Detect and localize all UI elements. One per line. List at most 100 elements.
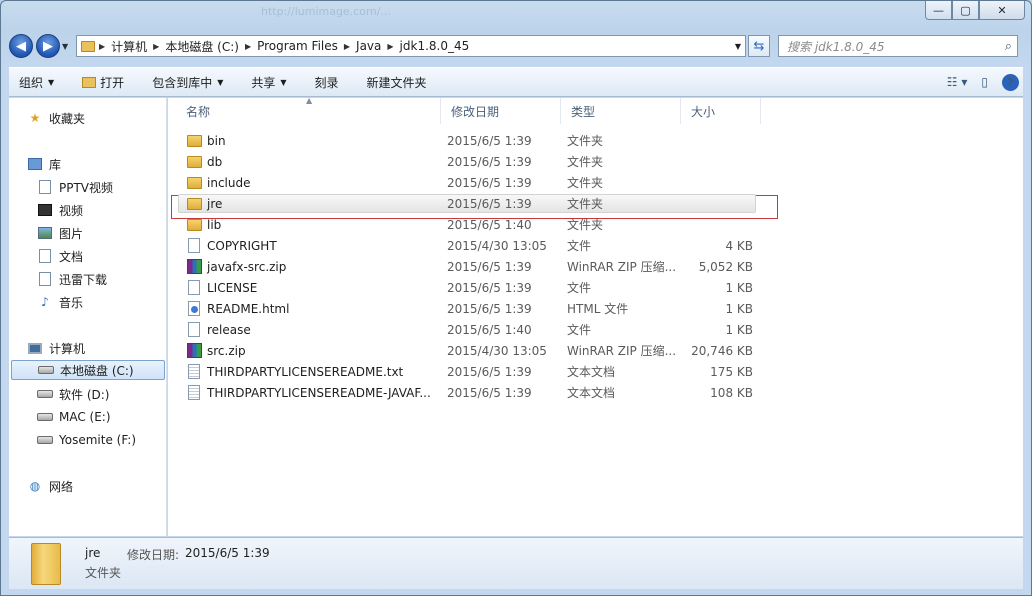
minimize-button[interactable]: — bbox=[925, 1, 952, 20]
chevron-right-icon[interactable]: ▶ bbox=[245, 42, 251, 51]
file-name-cell: src.zip bbox=[186, 340, 436, 361]
sidebar-item-label: 软件 (D:) bbox=[59, 387, 110, 402]
file-row[interactable]: release 2015/6/5 1:40 文件 1 KB bbox=[168, 319, 768, 340]
file-name-cell: COPYRIGHT bbox=[186, 235, 436, 256]
file-row[interactable]: lib 2015/6/5 1:40 文件夹 bbox=[168, 214, 768, 235]
folder-icon bbox=[186, 217, 202, 233]
computer-icon bbox=[27, 340, 43, 356]
navigation-bar: ◀ ▶ ▼ ▶ 计算机 ▶ 本地磁盘 (C:) ▶ Program Files ▶ Java… bbox=[9, 31, 1023, 61]
file-name-cell: README.html bbox=[186, 298, 436, 319]
refresh-button[interactable]: ⇆ bbox=[748, 35, 770, 57]
breadcrumb-item[interactable]: jdk1.8.0_45 bbox=[400, 39, 470, 53]
file-size bbox=[687, 214, 753, 235]
file-row[interactable]: jre 2015/6/5 1:39 文件夹 bbox=[168, 193, 768, 214]
zip-archive-icon bbox=[186, 259, 202, 275]
details-modified-value: 2015/6/5 1:39 bbox=[185, 546, 270, 560]
breadcrumb-item[interactable]: Program Files bbox=[257, 39, 338, 53]
sidebar-item-drive-d[interactable]: 软件 (D:) bbox=[37, 384, 109, 404]
chevron-right-icon[interactable]: ▶ bbox=[99, 42, 105, 51]
file-row[interactable]: THIRDPARTYLICENSEREADME.txt 2015/6/5 1:39… bbox=[168, 361, 768, 382]
chevron-right-icon[interactable]: ▶ bbox=[344, 42, 350, 51]
sidebar-item-network[interactable]: ◍ 网络 bbox=[27, 476, 73, 496]
sidebar-item-documents[interactable]: 文档 bbox=[37, 246, 83, 266]
file-row[interactable]: README.html 2015/6/5 1:39 HTML 文件 1 KB bbox=[168, 298, 768, 319]
file-row[interactable]: src.zip 2015/4/30 13:05 WinRAR ZIP 压缩... 20… bbox=[168, 340, 768, 361]
document-icon bbox=[37, 248, 53, 264]
sidebar-item-pptv[interactable]: PPTV视频 bbox=[37, 177, 113, 197]
back-button[interactable]: ◀ bbox=[9, 34, 33, 58]
search-icon[interactable]: ⌕ bbox=[1005, 39, 1012, 54]
sidebar-item-drive-e[interactable]: MAC (E:) bbox=[37, 407, 111, 427]
column-header-type[interactable]: 类型 bbox=[561, 98, 681, 124]
file-date: 2015/6/5 1:39 bbox=[447, 301, 532, 316]
help-icon[interactable]: ? bbox=[1002, 73, 1019, 91]
address-bar[interactable]: ▶ 计算机 ▶ 本地磁盘 (C:) ▶ Program Files ▶ Java ▶ jdk1.… bbox=[76, 35, 746, 57]
sidebar-item-libraries[interactable]: 库 bbox=[27, 154, 61, 174]
column-header-name[interactable]: 名称 bbox=[176, 98, 441, 124]
share-menu[interactable]: 共享 ▼ bbox=[251, 74, 286, 91]
new-folder-button[interactable]: 新建文件夹 bbox=[367, 74, 427, 91]
file-row[interactable]: LICENSE 2015/6/5 1:39 文件 1 KB bbox=[168, 277, 768, 298]
file-name-cell: db bbox=[186, 151, 436, 172]
document-icon bbox=[37, 271, 53, 287]
file-type: 文件 bbox=[567, 239, 592, 253]
file-size bbox=[687, 172, 753, 193]
sidebar-item-videos[interactable]: 视频 bbox=[37, 200, 83, 220]
video-library-icon bbox=[37, 179, 53, 195]
open-button[interactable]: 打开 bbox=[82, 74, 124, 91]
file-row[interactable]: javafx-src.zip 2015/6/5 1:39 WinRAR ZIP 压缩… bbox=[168, 256, 768, 277]
file-row[interactable]: include 2015/6/5 1:39 文件夹 bbox=[168, 172, 768, 193]
file-type: 文本文档 bbox=[567, 365, 616, 379]
caption-buttons: — ▢ ✕ bbox=[925, 1, 1025, 21]
burn-button[interactable]: 刻录 bbox=[315, 74, 339, 91]
file-row[interactable]: COPYRIGHT 2015/4/30 13:05 文件 4 KB bbox=[168, 235, 768, 256]
file-size bbox=[687, 151, 753, 172]
file-size bbox=[687, 193, 753, 214]
close-button[interactable]: ✕ bbox=[979, 1, 1025, 20]
sidebar-item-label: 音乐 bbox=[59, 295, 84, 310]
chevron-right-icon[interactable]: ▶ bbox=[387, 42, 393, 51]
view-options-icon[interactable]: ☷ ▾ bbox=[947, 75, 968, 89]
file-row[interactable]: db 2015/6/5 1:39 文件夹 bbox=[168, 151, 768, 172]
search-input[interactable]: 搜索 jdk1.8.0_45 ⌕ bbox=[778, 35, 1018, 57]
file-name: THIRDPARTYLICENSEREADME-JAVAF... bbox=[207, 385, 431, 400]
breadcrumb-item[interactable]: 计算机 bbox=[111, 38, 147, 55]
file-date: 2015/6/5 1:39 bbox=[447, 133, 532, 148]
file-date: 2015/6/5 1:39 bbox=[447, 196, 532, 211]
file-type: 文件 bbox=[567, 281, 592, 295]
file-size: 1 KB bbox=[725, 322, 753, 337]
recent-pages-dropdown[interactable]: ▼ bbox=[62, 42, 72, 51]
sidebar-item-pictures[interactable]: 图片 bbox=[37, 223, 83, 243]
file-date: 2015/6/5 1:39 bbox=[447, 259, 532, 274]
title-ghost-text: http://lumimage.com/... bbox=[261, 5, 391, 18]
sidebar-item-label: 计算机 bbox=[49, 341, 86, 356]
sidebar-item-thunder-downloads[interactable]: 迅雷下载 bbox=[37, 269, 107, 289]
chevron-right-icon[interactable]: ▶ bbox=[153, 42, 159, 51]
file-row[interactable]: THIRDPARTYLICENSEREADME-JAVAF... 2015/6/5… bbox=[168, 382, 768, 403]
file-size: 175 KB bbox=[710, 364, 753, 379]
preview-pane-icon[interactable]: ▯ bbox=[981, 75, 988, 89]
maximize-button[interactable]: ▢ bbox=[952, 1, 979, 20]
breadcrumb-item[interactable]: Java bbox=[356, 39, 381, 53]
file-row[interactable]: bin 2015/6/5 1:39 文件夹 bbox=[168, 130, 768, 151]
column-header-size[interactable]: 大小 bbox=[681, 98, 761, 124]
drive-icon bbox=[37, 409, 53, 425]
file-date: 2015/6/5 1:39 bbox=[447, 154, 532, 169]
sidebar-item-music[interactable]: ♪ 音乐 bbox=[37, 292, 83, 312]
organize-menu[interactable]: 组织 ▼ bbox=[19, 74, 54, 91]
sidebar-item-computer[interactable]: 计算机 bbox=[27, 338, 85, 358]
file-size bbox=[687, 130, 753, 151]
sidebar-item-drive-f[interactable]: Yosemite (F:) bbox=[37, 430, 136, 450]
forward-button[interactable]: ▶ bbox=[36, 34, 60, 58]
column-header-date[interactable]: 修改日期 bbox=[441, 98, 561, 124]
sidebar-item-favorites[interactable]: ★ 收藏夹 bbox=[27, 108, 85, 128]
file-date: 2015/6/5 1:39 bbox=[447, 385, 532, 400]
sidebar-item-drive-c[interactable]: 本地磁盘 (C:) bbox=[11, 360, 165, 380]
breadcrumb-item[interactable]: 本地磁盘 (C:) bbox=[165, 38, 239, 55]
navigation-pane: ★ 收藏夹 库 PPTV视频 视频 图片 文档 迅雷下载 ♪ 音乐 计算机 本地… bbox=[9, 98, 167, 536]
file-type: HTML 文件 bbox=[567, 302, 629, 316]
include-library-menu[interactable]: 包含到库中 ▼ bbox=[152, 74, 223, 91]
drive-icon bbox=[37, 386, 53, 402]
file-name: javafx-src.zip bbox=[207, 259, 287, 274]
address-history-dropdown[interactable]: ▼ bbox=[735, 42, 741, 51]
